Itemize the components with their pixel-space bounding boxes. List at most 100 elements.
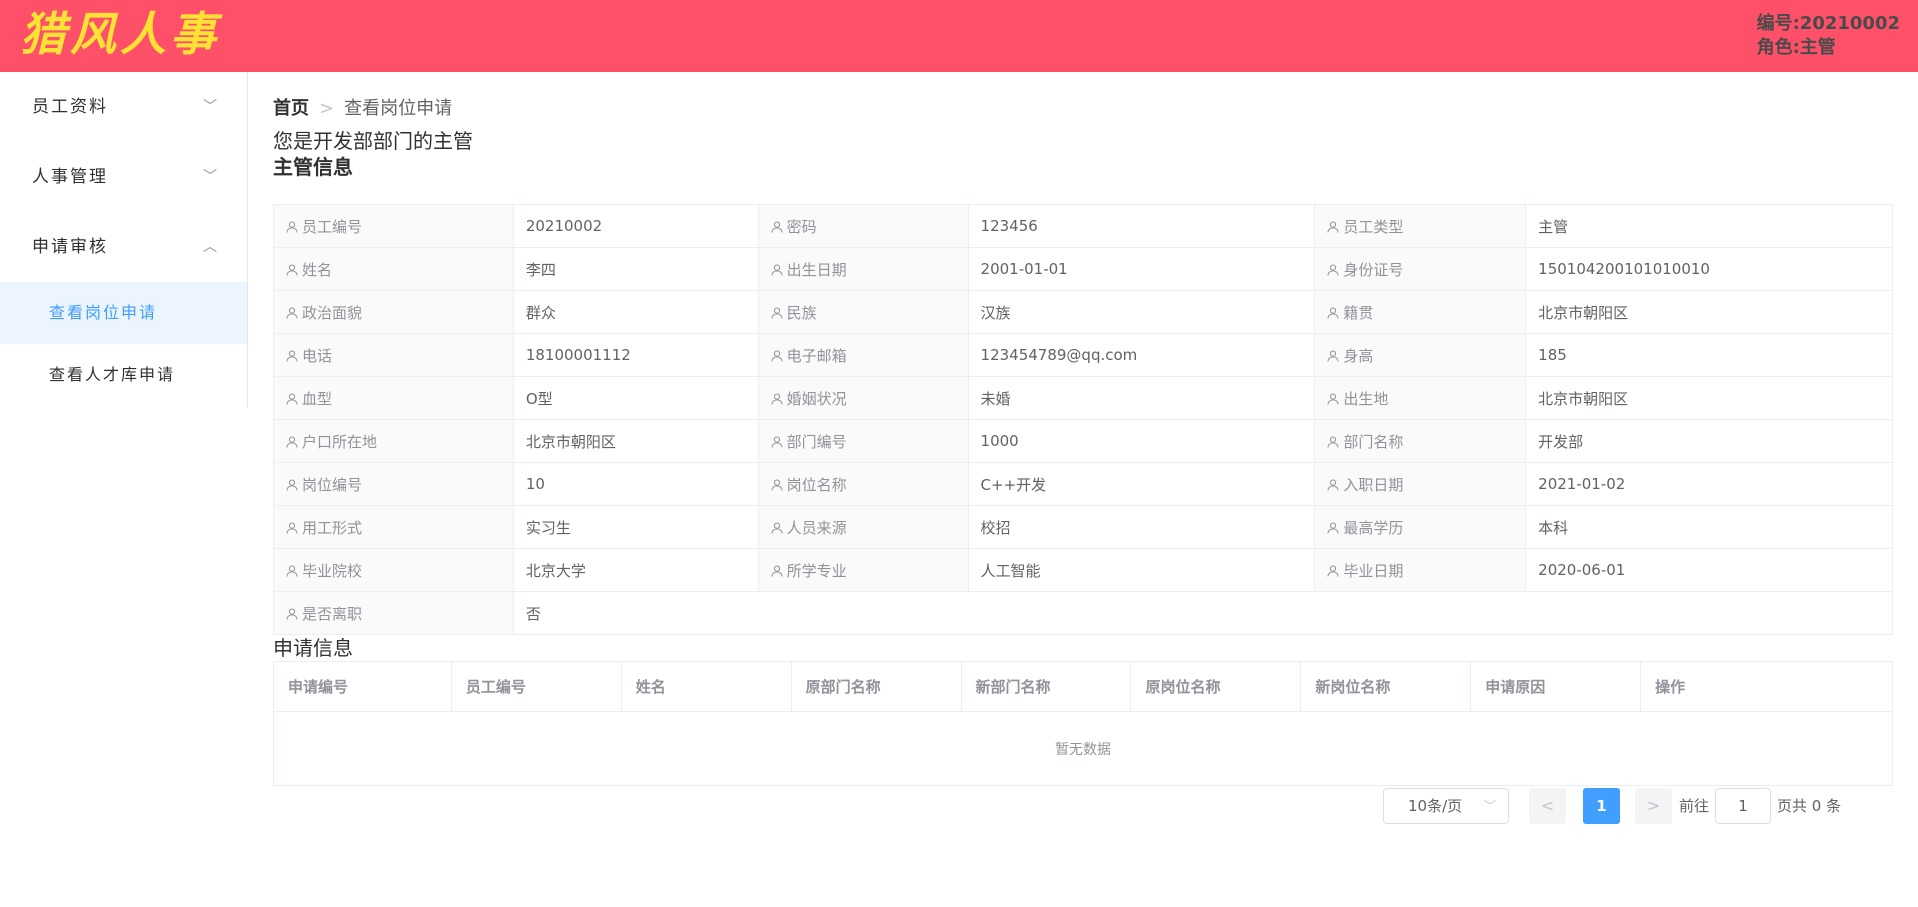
menu-label: 人事管理 <box>32 167 108 187</box>
detail-label-cell: 籍贯 <box>1314 290 1527 334</box>
detail-value: 2001-01-01 <box>967 247 1316 291</box>
detail-value: 20210002 <box>512 204 759 248</box>
detail-label: 户口所在地 <box>302 432 378 451</box>
detail-label: 政治面貌 <box>302 303 363 322</box>
detail-label-cell: 部门编号 <box>757 419 969 463</box>
user-icon <box>286 477 298 491</box>
user-icon <box>771 520 783 534</box>
detail-value: 汉族 <box>967 290 1316 334</box>
detail-label-cell: 毕业院校 <box>273 548 514 592</box>
detail-value: 未婚 <box>967 376 1316 420</box>
detail-label-cell: 电话 <box>273 333 514 377</box>
detail-label: 入职日期 <box>1343 475 1404 494</box>
detail-label-cell: 员工类型 <box>1314 204 1527 248</box>
user-icon <box>771 305 783 319</box>
column-header: 原岗位名称 <box>1130 661 1302 712</box>
detail-label-cell: 出生日期 <box>757 247 969 291</box>
detail-label: 部门编号 <box>786 432 847 451</box>
detail-label-cell: 姓名 <box>273 247 514 291</box>
detail-row: 毕业院校 北京大学 所学专业 人工智能 毕业日期 2020-06-01 <box>273 548 1893 592</box>
detail-value: 否 <box>512 591 1894 635</box>
detail-label-cell: 血型 <box>273 376 514 420</box>
column-header: 申请原因 <box>1470 661 1642 712</box>
column-header: 操作 <box>1640 661 1893 712</box>
detail-value: 185 <box>1525 333 1893 377</box>
detail-row: 是否离职 否 <box>273 591 1894 635</box>
user-icon <box>1327 477 1339 491</box>
user-icon <box>1327 348 1339 362</box>
detail-label-cell: 最高学历 <box>1314 505 1527 549</box>
menu-hr-management[interactable]: 人事管理 ﹀ <box>0 142 247 212</box>
detail-value: 李四 <box>512 247 759 291</box>
detail-label: 部门名称 <box>1343 432 1404 451</box>
app-header: 猎风人事 编号:20210002 角色:主管 <box>0 0 1918 72</box>
detail-value: 校招 <box>967 505 1316 549</box>
detail-label-cell: 密码 <box>757 204 969 248</box>
detail-value: 开发部 <box>1525 419 1893 463</box>
sidebar-item-talent-applications[interactable]: 查看人才库申请 <box>0 344 247 406</box>
detail-label: 人员来源 <box>786 518 847 537</box>
next-page-button[interactable]: > <box>1635 788 1672 824</box>
manager-info-title: 主管信息 <box>273 155 353 179</box>
app-logo: 猎风人事 <box>20 7 220 61</box>
user-icon <box>1327 219 1339 233</box>
detail-value: 150104200101010010 <box>1525 247 1893 291</box>
menu-employee-info[interactable]: 员工资料 ﹀ <box>0 72 247 142</box>
user-icon <box>1327 262 1339 276</box>
detail-label: 所学专业 <box>786 561 847 580</box>
column-header: 员工编号 <box>451 661 622 712</box>
detail-value: 人工智能 <box>967 548 1316 592</box>
detail-row: 员工编号 20210002 密码 123456 员工类型 主管 <box>273 204 1893 248</box>
page-size-select[interactable]: 10条/页 ﹀ <box>1383 788 1509 824</box>
detail-row: 岗位编号 10 岗位名称 C++开发 入职日期 2021-01-02 <box>273 462 1893 506</box>
column-header: 新部门名称 <box>961 661 1132 712</box>
user-icon <box>286 262 298 276</box>
detail-value: 1000 <box>967 419 1316 463</box>
detail-label: 员工编号 <box>302 217 363 236</box>
detail-value: 北京市朝阳区 <box>512 419 759 463</box>
detail-value: C++开发 <box>967 462 1316 506</box>
detail-row: 血型 O型 婚姻状况 未婚 出生地 北京市朝阳区 <box>273 376 1893 420</box>
detail-value: 主管 <box>1525 204 1893 248</box>
detail-label: 岗位名称 <box>786 475 847 494</box>
detail-label: 电子邮箱 <box>786 346 847 365</box>
detail-label-cell: 岗位名称 <box>757 462 969 506</box>
prev-page-button[interactable]: < <box>1529 788 1566 824</box>
goto-page-input[interactable] <box>1715 788 1772 824</box>
breadcrumb-home[interactable]: 首页 <box>273 98 309 119</box>
detail-label: 出生地 <box>1343 389 1389 408</box>
detail-label: 身份证号 <box>1343 260 1404 279</box>
user-icon <box>286 606 298 620</box>
user-icon <box>1327 305 1339 319</box>
chevron-down-icon: ﹀ <box>203 169 219 185</box>
breadcrumb: 首页 > 查看岗位申请 <box>273 94 452 120</box>
detail-label: 籍贯 <box>1343 303 1374 322</box>
page-size-value: 10条/页 <box>1408 797 1463 815</box>
detail-label-cell: 电子邮箱 <box>757 333 969 377</box>
menu-application-review[interactable]: 申请审核 ︿ <box>0 212 247 282</box>
detail-label-cell: 部门名称 <box>1314 419 1527 463</box>
user-role: 角色:主管 <box>1756 37 1836 58</box>
user-icon <box>286 391 298 405</box>
detail-value: 10 <box>512 462 759 506</box>
detail-label: 毕业日期 <box>1343 561 1404 580</box>
sidebar: 员工资料 ﹀ 人事管理 ﹀ 申请审核 ︿ 查看岗位申请 查看人才库申请 <box>0 72 248 407</box>
detail-label: 婚姻状况 <box>786 389 847 408</box>
detail-row: 姓名 李四 出生日期 2001-01-01 身份证号 150104200101010010 <box>273 247 1893 291</box>
chevron-down-icon: ﹀ <box>1483 799 1496 813</box>
sidebar-item-post-applications[interactable]: 查看岗位申请 <box>0 282 247 344</box>
detail-value: 2021-01-02 <box>1525 462 1893 506</box>
detail-label: 密码 <box>786 217 817 236</box>
user-info: 编号:20210002 角色:主管 <box>1757 12 1900 60</box>
detail-label: 电话 <box>302 346 333 365</box>
detail-label-cell: 所学专业 <box>757 548 969 592</box>
detail-value: 123454789@qq.com <box>967 333 1316 377</box>
detail-value: 123456 <box>967 204 1316 248</box>
applications-table: 申请编号 员工编号 姓名 原部门名称 新部门名称 原岗位名称 新岗位名称 申请原因 操作 暂无数… <box>273 661 1893 786</box>
detail-label-cell: 民族 <box>757 290 969 334</box>
breadcrumb-current: 查看岗位申请 <box>344 98 453 119</box>
page-number-1[interactable]: 1 <box>1583 788 1620 824</box>
detail-value: 北京大学 <box>512 548 759 592</box>
total-text: 页共 0 条 <box>1777 797 1842 815</box>
detail-label-cell: 政治面貌 <box>273 290 514 334</box>
